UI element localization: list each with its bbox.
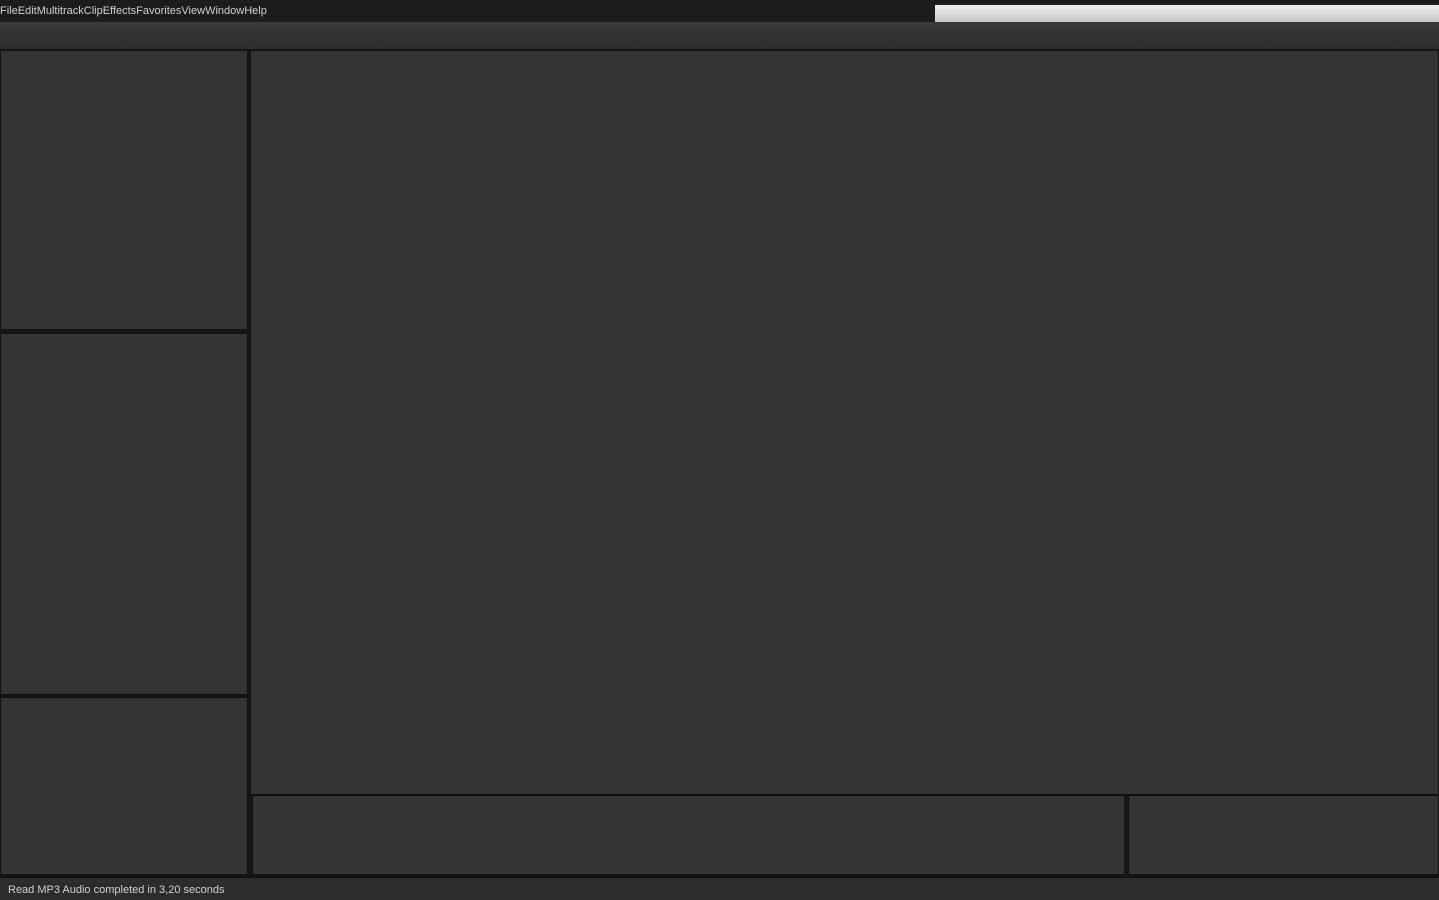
files-panel — [0, 50, 248, 330]
editor-panel — [250, 50, 1439, 795]
audition-window: FileEditMultitrackClipEffectsFavoritesVi… — [0, 0, 1439, 900]
selection-view-panel — [1128, 795, 1439, 875]
status-bar: Read MP3 Audio completed in 3,20 seconds — [0, 877, 1439, 900]
status-message: Read MP3 Audio completed in 3,20 seconds — [0, 884, 224, 896]
main-toolbar — [0, 22, 1439, 50]
menu-window[interactable]: Window — [205, 5, 244, 17]
menu-clip[interactable]: Clip — [84, 5, 103, 17]
levels-panel — [252, 795, 1125, 875]
menu-effects[interactable]: Effects — [103, 5, 136, 17]
menu-help[interactable]: Help — [244, 5, 267, 17]
menu-view[interactable]: View — [181, 5, 205, 17]
menu-multitrack[interactable]: Multitrack — [37, 5, 84, 17]
menu-favorites[interactable]: Favorites — [136, 5, 181, 17]
history-panel — [0, 697, 248, 875]
menu-bar-light-strip — [935, 5, 1439, 22]
menu-file[interactable]: File — [0, 5, 18, 17]
diagnostics-panel — [0, 333, 248, 695]
menu-edit[interactable]: Edit — [18, 5, 37, 17]
